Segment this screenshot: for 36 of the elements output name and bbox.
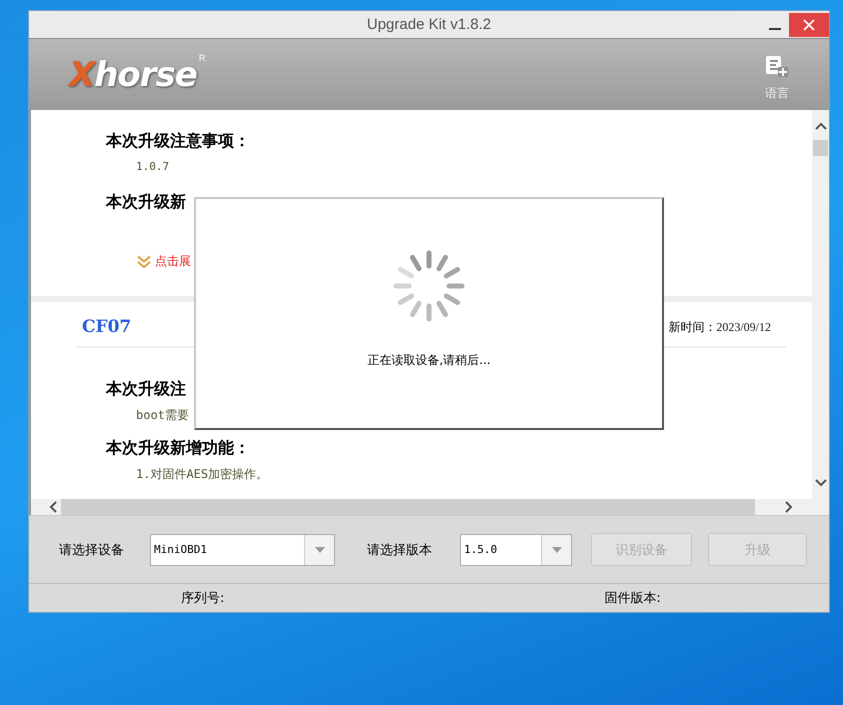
version-select[interactable]: 1.5.0 bbox=[460, 534, 572, 566]
loading-message: 正在读取设备,请稍后... bbox=[367, 352, 491, 369]
dropdown-icon[interactable] bbox=[552, 546, 562, 552]
section-heading: 本次升级新 bbox=[106, 191, 187, 213]
scroll-right-icon[interactable] bbox=[785, 501, 793, 513]
device-name: CF07 bbox=[82, 317, 132, 337]
language-button[interactable]: 语言 bbox=[765, 55, 789, 102]
notes-text: 1.0.7 bbox=[136, 159, 170, 175]
features-text: 1.对固件AES加密操作。 bbox=[136, 466, 270, 482]
expand-link[interactable]: 点击展 bbox=[155, 253, 191, 270]
device-label: 请选择设备 bbox=[59, 542, 124, 558]
spinner-icon bbox=[391, 248, 467, 324]
device-select[interactable]: MiniOBD1 bbox=[150, 534, 335, 566]
registered-mark: R bbox=[198, 52, 206, 62]
section-heading: 本次升级注意事项： bbox=[106, 130, 251, 152]
serial-label: 序列号: bbox=[181, 590, 224, 607]
vertical-scrollbar[interactable] bbox=[812, 110, 829, 499]
update-date: 2023/09/12 bbox=[716, 320, 771, 334]
scroll-left-icon[interactable] bbox=[49, 501, 57, 513]
scroll-thumb[interactable] bbox=[813, 140, 828, 156]
scroll-up-icon[interactable] bbox=[814, 122, 826, 130]
close-icon bbox=[803, 19, 815, 31]
update-label: 新时间： bbox=[668, 318, 716, 336]
minimize-icon bbox=[769, 27, 781, 31]
logo: Xhorse bbox=[69, 54, 197, 94]
section-heading: 本次升级新增功能： bbox=[106, 437, 251, 459]
document-plus-icon bbox=[765, 55, 789, 79]
section-heading: 本次升级注 bbox=[106, 378, 187, 400]
notes-text: boot需要 bbox=[136, 407, 190, 423]
double-chevron-icon bbox=[137, 254, 151, 268]
close-button[interactable] bbox=[789, 13, 829, 37]
firmware-label: 固件版本: bbox=[604, 590, 661, 607]
window-title: Upgrade Kit v1.8.2 bbox=[366, 16, 492, 33]
version-label: 请选择版本 bbox=[367, 542, 432, 558]
dropdown-icon[interactable] bbox=[314, 546, 324, 552]
scroll-down-icon[interactable] bbox=[814, 479, 826, 487]
